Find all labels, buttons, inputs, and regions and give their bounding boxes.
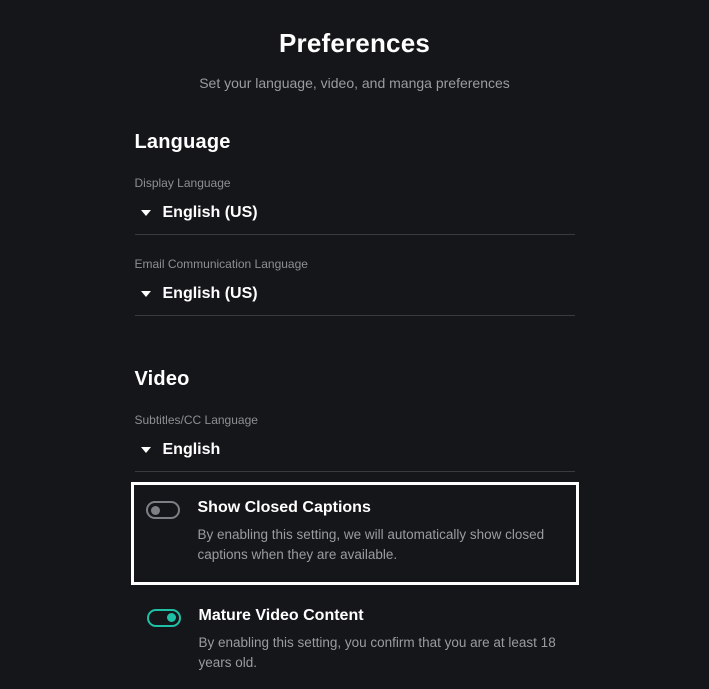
display-language-select[interactable]: English (US): [135, 196, 575, 235]
section-video-heading: Video: [135, 368, 575, 391]
closed-captions-setting: Show Closed Captions By enabling this se…: [131, 482, 579, 585]
email-language-select[interactable]: English (US): [135, 277, 575, 316]
toggle-knob: [167, 613, 176, 622]
mature-content-title: Mature Video Content: [199, 607, 563, 625]
page-subtitle: Set your language, video, and manga pref…: [135, 75, 575, 91]
mature-content-desc: By enabling this setting, you confirm th…: [199, 633, 563, 674]
page-title: Preferences: [135, 28, 575, 59]
email-language-label: Email Communication Language: [135, 257, 575, 271]
subtitles-language-label: Subtitles/CC Language: [135, 413, 575, 427]
closed-captions-toggle[interactable]: [146, 501, 180, 519]
mature-content-setting: Mature Video Content By enabling this se…: [135, 593, 575, 689]
closed-captions-title: Show Closed Captions: [198, 499, 564, 517]
caret-down-icon: [141, 291, 151, 297]
subtitles-language-select[interactable]: English: [135, 433, 575, 472]
display-language-value: English (US): [163, 204, 258, 222]
mature-content-toggle[interactable]: [147, 609, 181, 627]
section-language-heading: Language: [135, 131, 575, 154]
caret-down-icon: [141, 210, 151, 216]
display-language-label: Display Language: [135, 176, 575, 190]
closed-captions-desc: By enabling this setting, we will automa…: [198, 525, 564, 566]
subtitles-language-value: English: [163, 441, 221, 459]
toggle-knob: [151, 506, 160, 515]
email-language-value: English (US): [163, 285, 258, 303]
caret-down-icon: [141, 447, 151, 453]
